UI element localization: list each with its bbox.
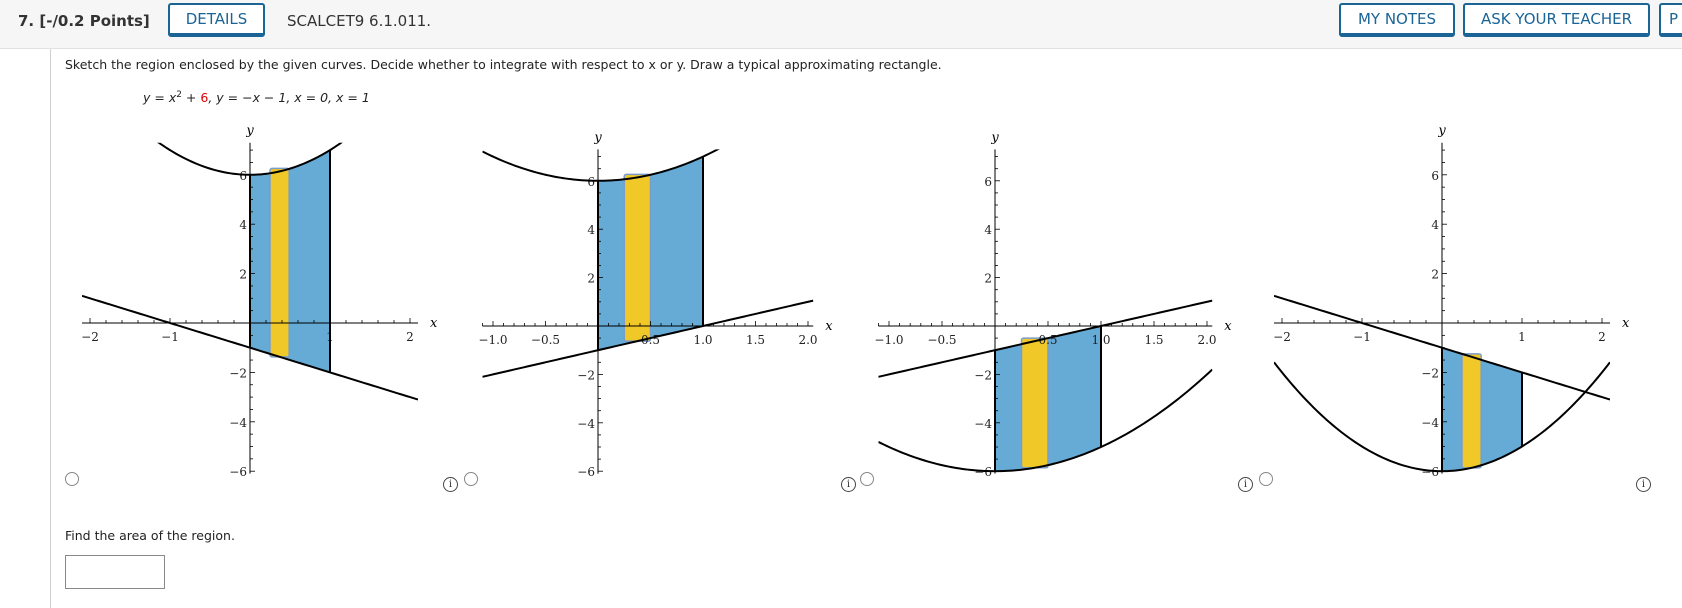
question-header: 7. [-/0.2 Points] DETAILS SCALCET9 6.1.0…	[0, 0, 1682, 49]
graph-4: −2 −1 1 2 −6 −4 −2 2 4 6 x y	[1273, 124, 1630, 480]
x-axis-label: x	[825, 319, 833, 334]
x-tick-label: −1.0	[874, 333, 903, 347]
details-button[interactable]: DETAILS	[168, 3, 265, 37]
x-tick-label: 2.0	[798, 333, 817, 347]
y-tick-label: −2	[229, 366, 247, 380]
y-axis-label: y	[990, 130, 999, 145]
info-icon[interactable]: i	[1238, 477, 1253, 492]
y-tick-label: 6	[1431, 169, 1439, 183]
problem-code: SCALCET9 6.1.011.	[287, 12, 432, 30]
x-tick-label: 1	[1518, 330, 1526, 344]
y-tick-label: −6	[1421, 465, 1439, 479]
y-tick-label: 4	[984, 223, 992, 237]
y-tick-label: −6	[229, 465, 247, 479]
x-tick-label: −1	[161, 330, 179, 344]
approximating-rectangle	[623, 173, 652, 342]
approximating-rectangle	[1461, 353, 1482, 469]
equation-part: +	[181, 90, 201, 106]
info-icon[interactable]: i	[1636, 477, 1651, 492]
x-axis-label: x	[1622, 316, 1630, 331]
y-tick-label: −4	[229, 416, 247, 430]
find-area-label: Find the area of the region.	[65, 528, 235, 543]
info-icon[interactable]: i	[841, 477, 856, 492]
equation: y = x2 + 6, y = −x − 1, x = 0, x = 1	[143, 90, 370, 105]
question-prompt: Sketch the region enclosed by the given …	[65, 57, 942, 72]
option-radio-4[interactable]	[1259, 472, 1273, 486]
x-tick-label: −0.5	[927, 333, 956, 347]
y-tick-label: 4	[1431, 218, 1439, 232]
x-tick-label: 2.0	[1197, 333, 1216, 347]
y-tick-label: −6	[577, 465, 595, 479]
equation-part: y = x	[143, 90, 177, 106]
y-axis-label: y	[1437, 124, 1446, 139]
x-tick-label: 1.0	[693, 333, 712, 347]
x-tick-label: −1	[1353, 330, 1371, 344]
my-notes-button[interactable]: MY NOTES	[1339, 3, 1455, 37]
y-tick-label: 2	[984, 272, 992, 286]
area-answer-input[interactable]	[65, 555, 165, 589]
x-axis-label: x	[1224, 319, 1232, 334]
x-tick-label: 2	[406, 330, 414, 344]
x-tick-label: −1.0	[478, 333, 507, 347]
x-tick-label: −2	[81, 330, 99, 344]
info-icon[interactable]: i	[443, 477, 458, 492]
approximating-rectangle	[269, 167, 290, 358]
practice-button[interactable]: P	[1659, 3, 1682, 37]
x-tick-label: −0.5	[531, 333, 560, 347]
x-tick-label: 1.5	[746, 333, 765, 347]
approximating-rectangle	[1020, 337, 1049, 469]
y-tick-label: −2	[974, 368, 992, 382]
y-tick-label: −4	[974, 417, 992, 431]
y-tick-label: 6	[984, 175, 992, 189]
question-points: 7. [-/0.2 Points]	[18, 12, 150, 30]
graph-3: −1.0−0.50.51.01.52.0−6−4−2246xy	[874, 130, 1232, 479]
y-tick-label: −4	[1421, 416, 1439, 430]
answer-graphs: −2−112−6−4−2246xy−1.0−0.50.51.01.52.0−6−…	[81, 124, 1630, 480]
upper-curve	[482, 149, 720, 182]
equation-part: , y = −x − 1, x = 0, x = 1	[208, 90, 370, 106]
graph-2: −1.0 −0.5 0.5 1.0 1.5 2.0−6−4−2246xy	[478, 130, 833, 479]
y-tick-label: 4	[587, 223, 595, 237]
y-tick-label: 2	[587, 272, 595, 286]
x-tick-label: −2	[1273, 330, 1291, 344]
y-tick-label: −4	[577, 417, 595, 431]
option-radio-2[interactable]	[464, 472, 478, 486]
ask-your-teacher-button[interactable]: ASK YOUR TEACHER	[1463, 3, 1650, 37]
y-axis-label: y	[593, 130, 602, 145]
y-tick-label: 2	[239, 268, 247, 282]
y-tick-label: −2	[577, 368, 595, 382]
x-tick-label: 2	[1598, 330, 1606, 344]
shaded-region	[250, 150, 330, 373]
y-tick-label: 2	[1431, 268, 1439, 282]
x-tick-label: 1.5	[1144, 333, 1163, 347]
option-radio-1[interactable]	[65, 472, 79, 486]
x-axis-label: x	[430, 316, 438, 331]
graph-1: −2−112−6−4−2246xy	[81, 124, 438, 480]
y-axis-label: y	[245, 124, 254, 139]
y-tick-label: 6	[239, 169, 247, 183]
option-radio-3[interactable]	[860, 472, 874, 486]
y-tick-label: −2	[1421, 366, 1439, 380]
y-tick-label: 4	[239, 218, 247, 232]
y-tick-label: −6	[974, 465, 992, 479]
y-tick-label: 6	[587, 175, 595, 189]
